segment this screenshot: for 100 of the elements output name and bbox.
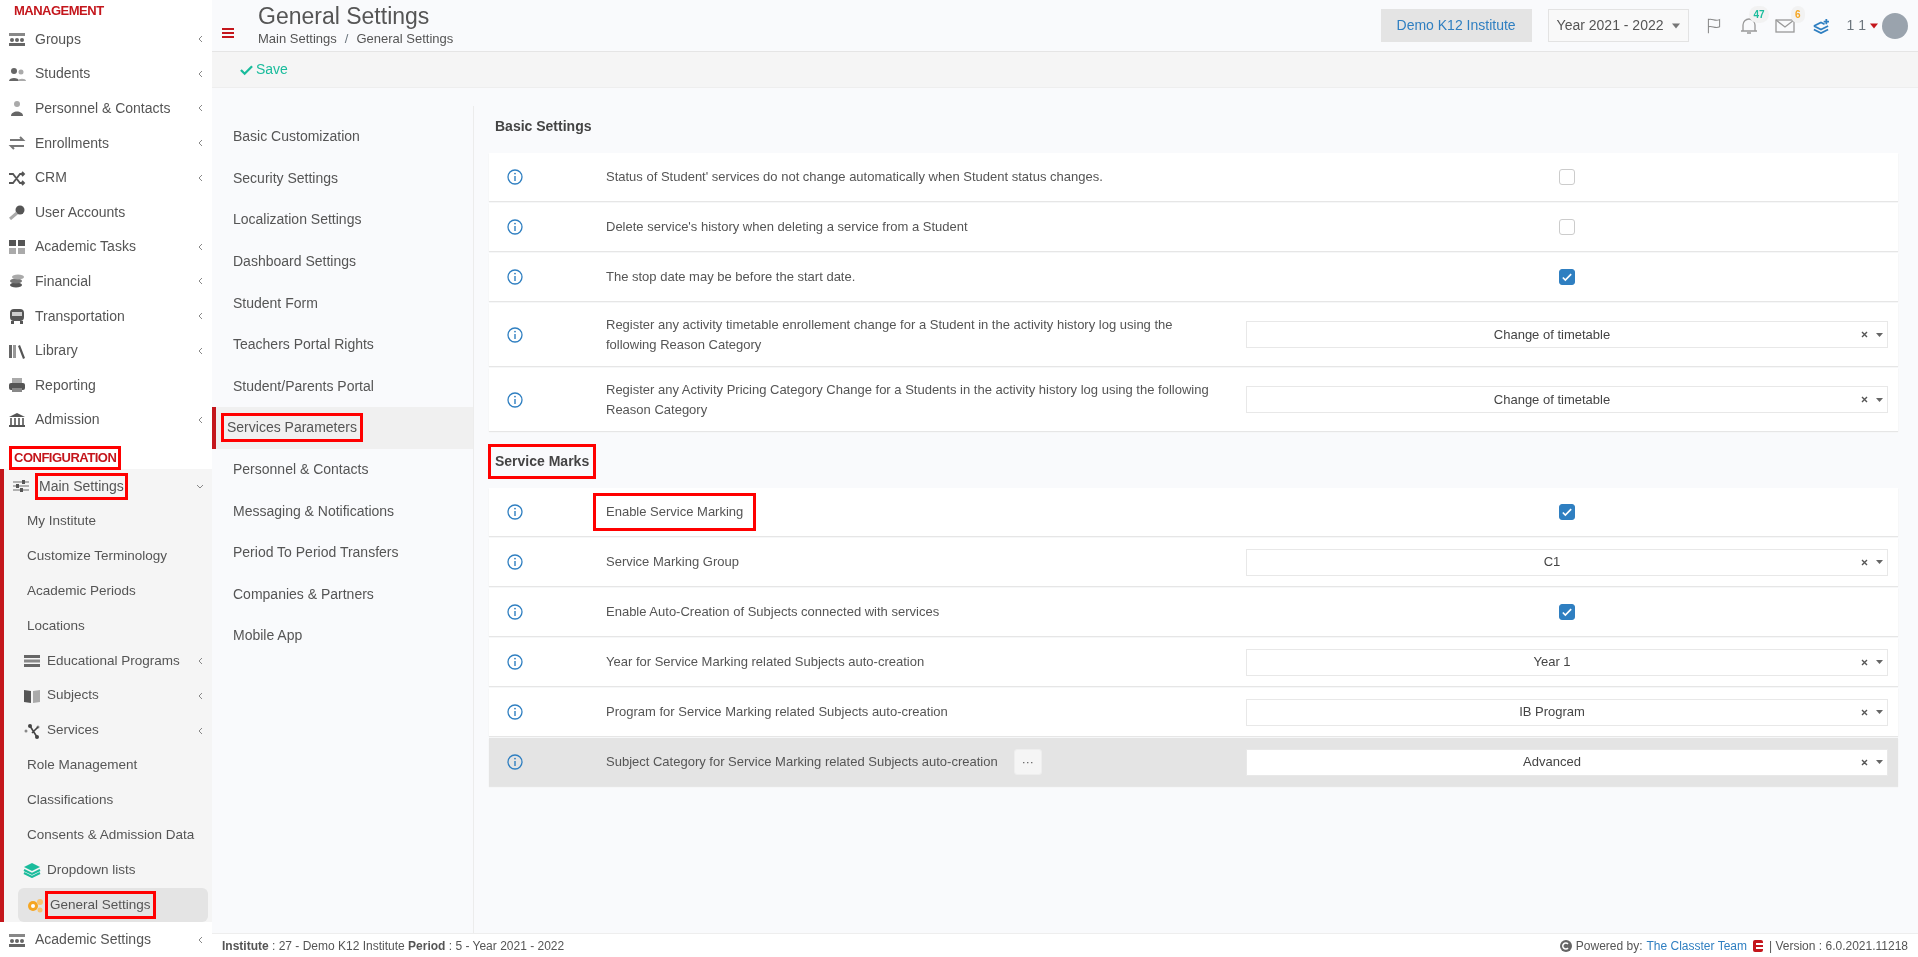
team-link[interactable]: The Classter Team: [1646, 936, 1747, 955]
select-field[interactable]: C1: [1246, 548, 1888, 576]
setting-label: Program for Service Marking related Subjects auto-creation: [605, 703, 949, 722]
settings-nav-item[interactable]: Messaging & Notifications: [228, 497, 400, 525]
powered-by-text: Powered by:: [1575, 937, 1643, 955]
shuffle-icon: [8, 169, 26, 186]
count-badge: 47: [1749, 5, 1769, 23]
select-field[interactable]: Change of timetable: [1246, 321, 1888, 348]
submenu-item[interactable]: Educational Programs: [43, 647, 184, 674]
submenu-item[interactable]: Services: [43, 717, 103, 744]
info-icon[interactable]: [507, 169, 523, 185]
checkbox[interactable]: [1559, 504, 1575, 520]
checkbox[interactable]: [1559, 169, 1575, 185]
info-icon[interactable]: [507, 654, 523, 670]
caret-icon[interactable]: [1876, 760, 1883, 764]
settings-nav-item[interactable]: Teachers Portal Rights: [228, 331, 379, 359]
submenu-item[interactable]: Customize Terminology: [23, 542, 172, 570]
coins-icon: [8, 273, 26, 290]
sidebar-item[interactable]: Students: [32, 61, 94, 87]
settings-nav-item[interactable]: Services Parameters: [222, 414, 362, 442]
breadcrumb-item[interactable]: Main Settings: [258, 28, 337, 49]
section-heading: Service Marks: [489, 445, 596, 478]
info-icon[interactable]: [507, 504, 523, 520]
info-icon[interactable]: [507, 269, 523, 285]
submenu-item[interactable]: Classifications: [23, 787, 118, 814]
sidebar-item[interactable]: Academic Tasks: [32, 234, 139, 260]
info-icon[interactable]: [507, 326, 523, 343]
caret-icon[interactable]: [1876, 710, 1883, 714]
key-icon: [8, 204, 26, 221]
info-icon[interactable]: [507, 554, 523, 570]
setting-label: Subject Category for Service Marking related Subjects auto-creation: [605, 753, 999, 772]
settings-nav-item[interactable]: Companies & Partners: [228, 580, 379, 608]
sidebar-item[interactable]: Groups: [32, 26, 84, 52]
select-field[interactable]: Advanced: [1246, 748, 1888, 776]
printer-icon: [8, 377, 26, 394]
submenu-item[interactable]: Locations: [23, 612, 89, 639]
users-icon: [8, 65, 26, 82]
user-name[interactable]: 1 1: [1846, 15, 1866, 36]
settings-nav-item[interactable]: Period To Period Transfers: [228, 539, 404, 567]
caret-icon[interactable]: [1876, 560, 1883, 564]
bell-icon[interactable]: [1738, 16, 1759, 37]
submenu-item[interactable]: Role Management: [23, 752, 142, 779]
settings-nav-item[interactable]: Student Form: [228, 289, 323, 317]
sidebar-item[interactable]: CRM: [32, 165, 70, 191]
clear-icon[interactable]: [1861, 708, 1868, 716]
section-heading: Basic Settings: [494, 117, 593, 136]
users-icon: [8, 931, 26, 948]
clear-icon[interactable]: [1861, 396, 1868, 403]
select-field[interactable]: Change of timetable: [1246, 386, 1888, 413]
sidebar-item[interactable]: Transportation: [32, 303, 128, 329]
checkbox[interactable]: [1559, 269, 1575, 285]
info-icon[interactable]: [507, 754, 523, 770]
sidebar-item[interactable]: Admission: [32, 407, 103, 433]
clear-icon[interactable]: [1861, 331, 1868, 338]
caret-icon[interactable]: [1876, 332, 1883, 337]
info-icon[interactable]: [507, 604, 523, 620]
submenu-item[interactable]: Academic Periods: [23, 577, 140, 605]
sidebar-item[interactable]: Reporting: [32, 372, 99, 398]
year-dropdown[interactable]: Year 2021 - 2022: [1547, 9, 1689, 42]
select-field[interactable]: Year 1: [1246, 648, 1888, 676]
submenu-item[interactable]: Consents & Admission Data: [23, 822, 199, 849]
settings-nav-item[interactable]: Dashboard Settings: [228, 248, 361, 276]
sidebar-item[interactable]: Personnel & Contacts: [32, 96, 174, 121]
settings-nav-item[interactable]: Mobile App: [228, 622, 308, 650]
sidebar-item[interactable]: Academic Settings: [32, 927, 154, 953]
sidebar-item[interactable]: Enrollments: [32, 130, 112, 156]
submenu-item[interactable]: Subjects: [43, 682, 103, 709]
setting-label: Delete service's history when deleting a service from a Student: [605, 218, 969, 237]
sidebar-item[interactable]: Library: [32, 338, 81, 364]
select-field[interactable]: IB Program: [1246, 698, 1888, 726]
more-button[interactable]: ···: [1013, 749, 1042, 775]
settings-nav-item[interactable]: Security Settings: [228, 164, 344, 192]
clear-icon[interactable]: [1861, 758, 1868, 766]
submenu-item[interactable]: My Institute: [23, 508, 101, 535]
submenu-item[interactable]: General Settings: [46, 891, 155, 919]
bank-icon: [8, 411, 26, 428]
caret-icon[interactable]: [1876, 397, 1883, 402]
info-icon[interactable]: [507, 391, 523, 408]
settings-nav-item[interactable]: Personnel & Contacts: [228, 456, 374, 484]
caret-icon[interactable]: [1876, 660, 1883, 664]
breadcrumb-item: General Settings: [356, 29, 454, 48]
setting-label: Enable Auto-Creation of Subjects connected with services: [605, 603, 941, 622]
sidebar-item[interactable]: User Accounts: [32, 199, 129, 225]
settings-nav-item[interactable]: Localization Settings: [228, 206, 367, 234]
menu-icon[interactable]: [222, 26, 234, 39]
settings-nav-item[interactable]: Basic Customization: [228, 123, 365, 151]
info-icon[interactable]: [507, 704, 523, 720]
checkbox[interactable]: [1559, 219, 1575, 235]
settings-nav-item[interactable]: Student/Parents Portal: [228, 372, 379, 400]
sidebar-item[interactable]: Main Settings: [36, 473, 127, 499]
clear-icon[interactable]: [1861, 658, 1868, 666]
submenu-item[interactable]: Dropdown lists: [43, 856, 140, 884]
network-icon: [23, 722, 41, 739]
checkbox[interactable]: [1559, 604, 1575, 620]
sidebar-item[interactable]: Financial: [32, 268, 95, 294]
avatar[interactable]: [1882, 12, 1908, 39]
setting-label: Service Marking Group: [605, 553, 740, 572]
clear-icon[interactable]: [1861, 558, 1868, 566]
setting-label: The stop date may be before the start date.: [605, 268, 857, 287]
info-icon[interactable]: [507, 219, 523, 235]
